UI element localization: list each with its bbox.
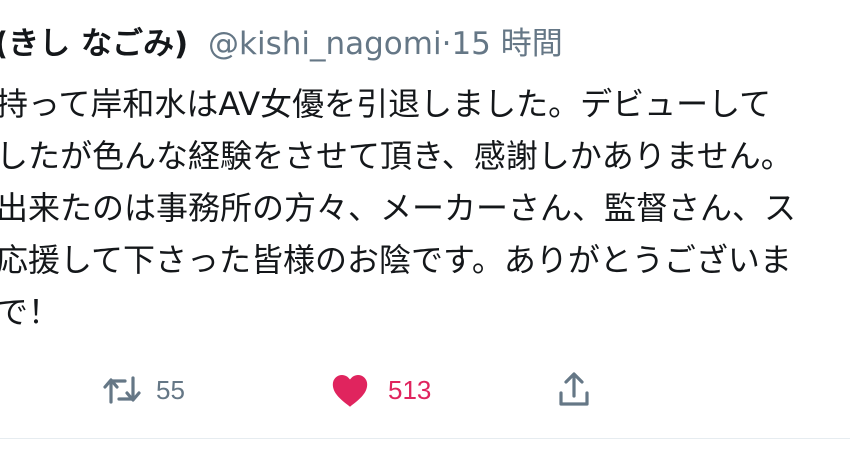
tweet-header: (きし なごみ) @kishi_nagomi·15 時間 — [0, 22, 563, 66]
share-icon — [556, 371, 592, 409]
display-name[interactable]: (きし なごみ) — [0, 26, 188, 62]
tweet-actions: 55 513 — [0, 368, 850, 412]
share-button[interactable] — [556, 368, 592, 412]
retweet-count: 55 — [156, 374, 185, 405]
tweet-text-line: 応援して下さった皆様のお陰です。ありがとうございま — [0, 241, 792, 279]
tweet-text-line: 出来たのは事務所の方々、メーカーさん、監督さん、ス — [0, 189, 797, 227]
tweet-text: 持って岸和水はAV女優を引退しました。デビューして したが色んな経験をさせて頂き… — [0, 78, 850, 338]
timestamp[interactable]: 15 時間 — [451, 26, 562, 62]
separator-dot: · — [441, 26, 452, 62]
user-handle[interactable]: @kishi_nagomi — [208, 26, 442, 62]
heart-icon — [330, 372, 370, 408]
like-count: 513 — [388, 374, 432, 405]
divider — [0, 438, 850, 439]
tweet-text-line: 持って岸和水はAV女優を引退しました。デビューして — [0, 85, 772, 123]
like-button[interactable]: 513 — [330, 368, 431, 412]
tweet-text-line: で！ — [0, 293, 61, 331]
retweet-button[interactable]: 55 — [102, 368, 185, 412]
retweet-icon — [102, 373, 142, 407]
tweet-text-line: したが色んな経験をさせて頂き、感謝しかありません。 — [0, 137, 793, 175]
